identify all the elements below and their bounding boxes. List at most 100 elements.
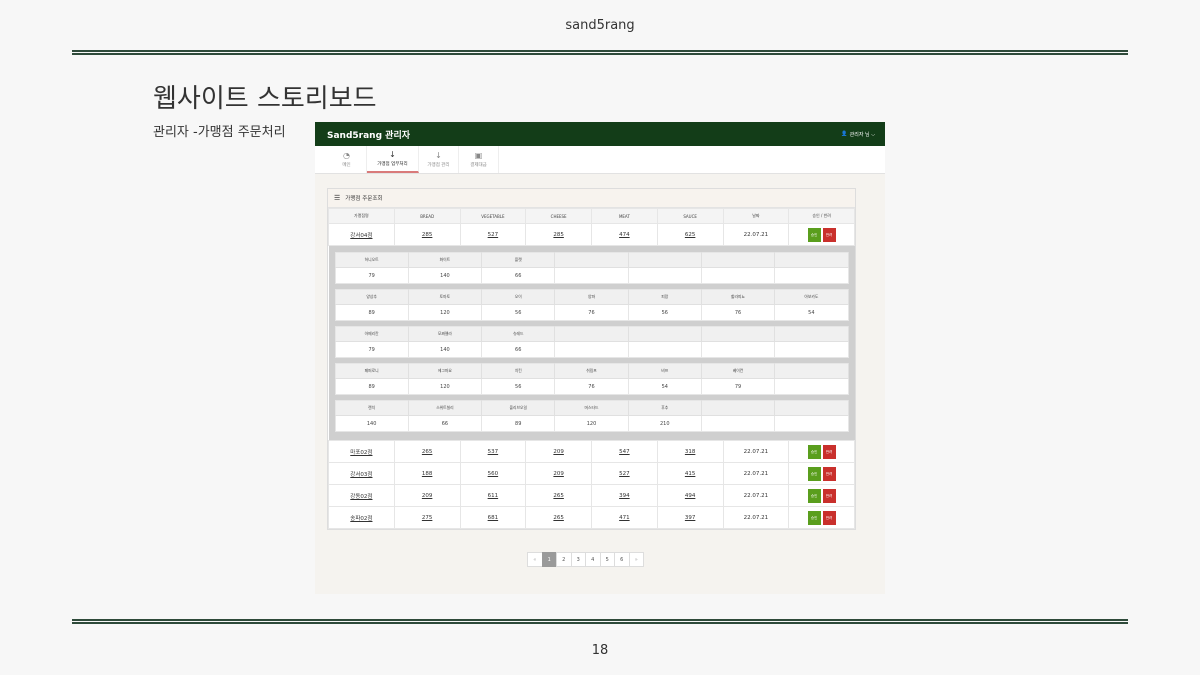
- tab-store-management[interactable]: ↓ 가맹점 관리: [419, 146, 459, 173]
- detail-value-row: 140 66 89 120 210: [334, 415, 849, 432]
- page-button-2[interactable]: 2: [556, 552, 572, 567]
- item-qty: 140: [407, 341, 483, 358]
- qty-link[interactable]: 611: [459, 484, 527, 507]
- qty-link[interactable]: 547: [591, 440, 658, 463]
- next-page-button[interactable]: »: [628, 552, 644, 567]
- tab-store-operations[interactable]: ↓ 가맹점 업무처리: [367, 146, 419, 173]
- item-qty: [627, 341, 702, 358]
- qty-link[interactable]: 681: [459, 506, 527, 529]
- store-link[interactable]: 송파02점: [328, 506, 395, 529]
- detail-header-row: 아메리칸 모짜렐라 슈레드: [334, 326, 849, 342]
- qty-link[interactable]: 318: [656, 440, 724, 463]
- action-cell: 승인 반려: [788, 440, 855, 463]
- qty-link[interactable]: 527: [591, 462, 658, 485]
- item-qty: [554, 341, 629, 358]
- tab-label: 가맹점 업무처리: [377, 162, 408, 167]
- item-qty: 54: [774, 304, 849, 321]
- qty-link[interactable]: 537: [459, 440, 527, 463]
- reject-button[interactable]: 반려: [822, 466, 836, 481]
- qty-link[interactable]: 474: [591, 223, 658, 246]
- approve-button[interactable]: 승인: [807, 444, 821, 459]
- store-link[interactable]: 강동02점: [328, 484, 395, 507]
- qty-link[interactable]: 394: [591, 484, 658, 507]
- qty-link[interactable]: 209: [525, 462, 592, 485]
- download-arrow-icon: ↓: [389, 150, 396, 159]
- item-name: [554, 326, 629, 342]
- order-row[interactable]: 송파02점 275 681 265 471 397 22.07.21 승인 반려: [328, 506, 855, 529]
- item-qty: 89: [481, 415, 556, 432]
- item-qty: [700, 267, 776, 284]
- item-name: 스위트칠리: [407, 400, 483, 416]
- item-name: 베이컨: [700, 363, 776, 379]
- item-name: 쉬림프: [554, 363, 629, 379]
- qty-link[interactable]: 285: [525, 223, 592, 246]
- page-button-4[interactable]: 4: [585, 552, 601, 567]
- item-name: [554, 252, 629, 268]
- detail-value-row: 89 120 56 76 54 79: [334, 378, 849, 395]
- qty-link[interactable]: 625: [656, 223, 724, 246]
- store-link[interactable]: 강서03점: [328, 462, 395, 485]
- qty-link[interactable]: 397: [656, 506, 724, 529]
- app-brand[interactable]: Sand5rang 관리자: [327, 128, 410, 141]
- item-qty: [700, 341, 776, 358]
- order-row[interactable]: 마포02점 265 537 209 547 318 22.07.21 승인 반려: [328, 440, 855, 463]
- item-qty: 56: [481, 304, 556, 321]
- page-button-3[interactable]: 3: [570, 552, 586, 567]
- approve-button[interactable]: 승인: [807, 488, 821, 503]
- prev-page-button[interactable]: «: [527, 552, 543, 567]
- action-cell: 승인 반려: [788, 506, 855, 529]
- item-name: [774, 326, 849, 342]
- item-qty: [774, 378, 849, 395]
- qty-link[interactable]: 188: [393, 462, 461, 485]
- store-link[interactable]: 마포02점: [328, 440, 395, 463]
- action-cell: 승인 반려: [788, 462, 855, 485]
- item-name: 할라피뇨: [700, 289, 776, 305]
- qty-link[interactable]: 209: [393, 484, 461, 507]
- qty-link[interactable]: 494: [656, 484, 724, 507]
- qty-link[interactable]: 415: [656, 462, 724, 485]
- item-qty: 89: [334, 378, 409, 395]
- action-cell: 승인 반려: [788, 223, 855, 246]
- qty-link[interactable]: 265: [525, 506, 592, 529]
- page-button-1[interactable]: 1: [541, 552, 557, 567]
- item-name: [700, 400, 776, 416]
- qty-link[interactable]: 285: [393, 223, 461, 246]
- order-row[interactable]: 강서03점 188 560 209 527 415 22.07.21 승인 반려: [328, 462, 855, 485]
- page-button-6[interactable]: 6: [614, 552, 630, 567]
- item-name: [627, 252, 702, 268]
- tab-main[interactable]: ◔ 메인: [327, 146, 367, 173]
- qty-link[interactable]: 527: [459, 223, 527, 246]
- qty-link[interactable]: 265: [525, 484, 592, 507]
- order-row-expanded[interactable]: 강서04점 285 527 285 474 625 22.07.21 승인 반려: [328, 223, 855, 246]
- page-button-5[interactable]: 5: [599, 552, 615, 567]
- user-menu[interactable]: 👤 관리자 님 ⌵: [841, 131, 875, 138]
- slide-title: 웹사이트 스토리보드: [153, 84, 377, 114]
- reject-button[interactable]: 반려: [822, 227, 836, 242]
- qty-link[interactable]: 265: [393, 440, 461, 463]
- order-detail: 허니오트 화이트 플랫 79 140 66 양상추 토마토 오이 양파 피망 할…: [328, 246, 855, 440]
- item-name: [700, 326, 776, 342]
- reject-button[interactable]: 반려: [822, 488, 836, 503]
- approve-button[interactable]: 승인: [807, 510, 821, 525]
- item-qty: 120: [407, 304, 483, 321]
- item-name: 후추: [627, 400, 702, 416]
- order-row[interactable]: 강동02점 209 611 265 394 494 22.07.21 승인 반려: [328, 484, 855, 507]
- item-qty: 79: [334, 341, 409, 358]
- slide-subtitle: 관리자 -가맹점 주문처리: [153, 125, 286, 140]
- store-link[interactable]: 강서04점: [328, 223, 395, 246]
- qty-link[interactable]: 209: [525, 440, 592, 463]
- item-qty: 79: [700, 378, 776, 395]
- qty-link[interactable]: 275: [393, 506, 461, 529]
- tab-payments[interactable]: ▣ 결제대금: [459, 146, 499, 173]
- reject-button[interactable]: 반려: [822, 444, 836, 459]
- user-icon: 👤: [841, 131, 848, 137]
- item-qty: 76: [700, 304, 776, 321]
- item-name: [627, 326, 702, 342]
- order-date: 22.07.21: [722, 484, 790, 507]
- qty-link[interactable]: 471: [591, 506, 658, 529]
- approve-button[interactable]: 승인: [807, 227, 821, 242]
- approve-button[interactable]: 승인: [807, 466, 821, 481]
- reject-button[interactable]: 반려: [822, 510, 836, 525]
- qty-link[interactable]: 560: [459, 462, 527, 485]
- item-qty: 56: [481, 378, 556, 395]
